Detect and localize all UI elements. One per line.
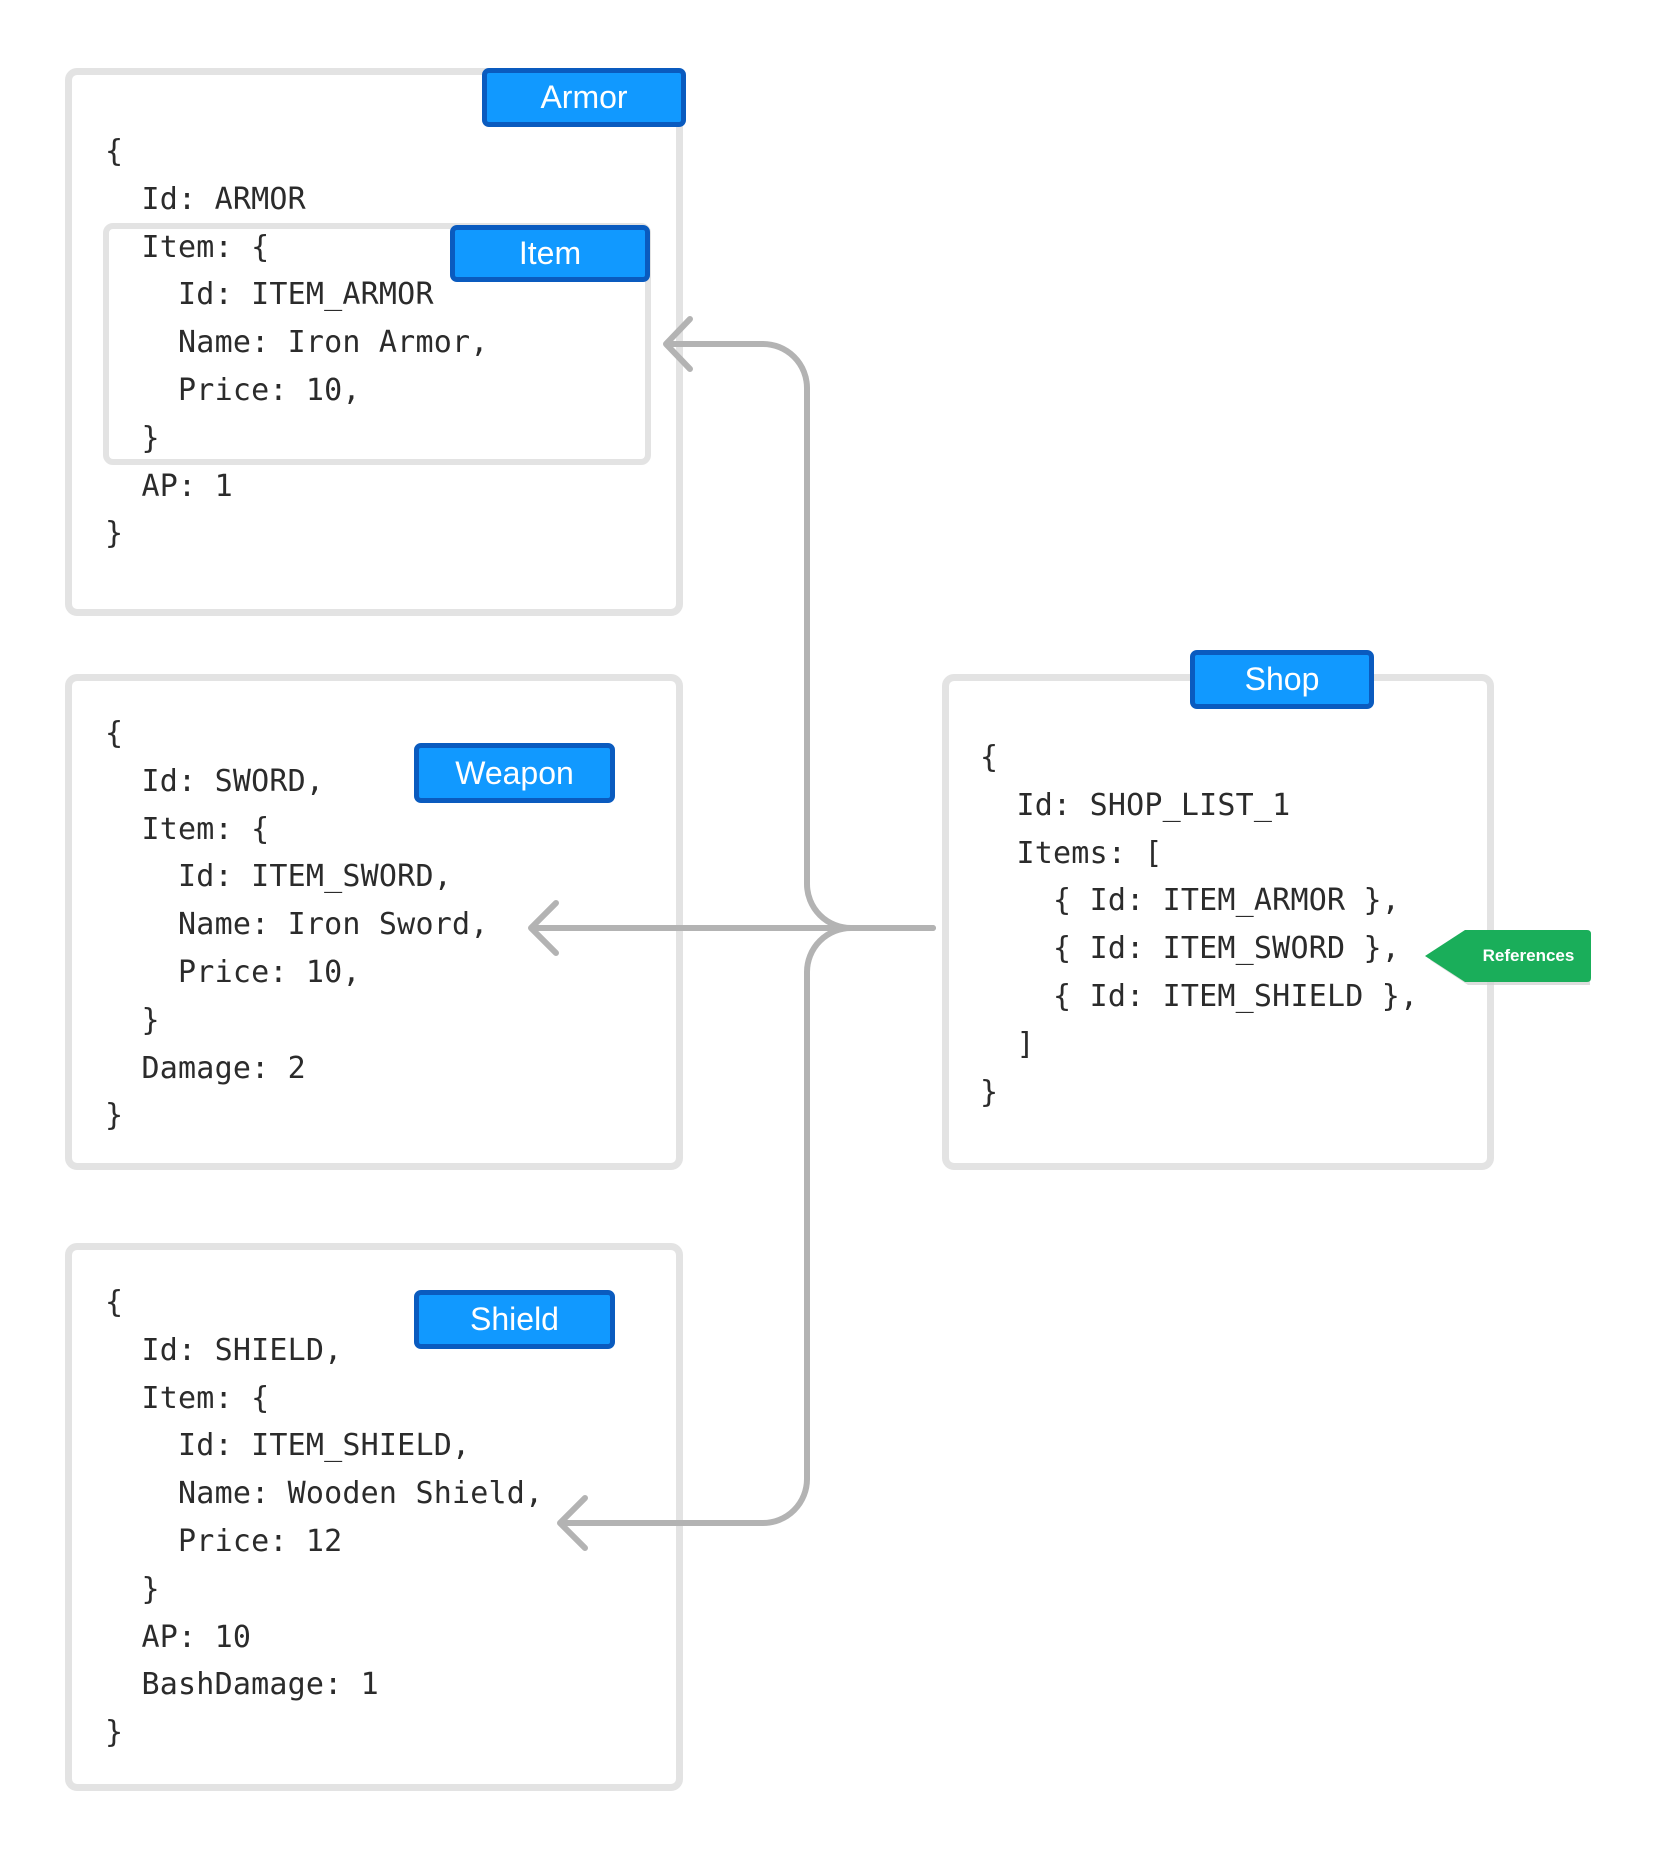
reference-arrows: [528, 316, 1591, 1551]
arrow-to-shield: [559, 925, 854, 1526]
references-tag-label: References: [1482, 946, 1575, 965]
arrow-to-armor: [665, 341, 936, 931]
